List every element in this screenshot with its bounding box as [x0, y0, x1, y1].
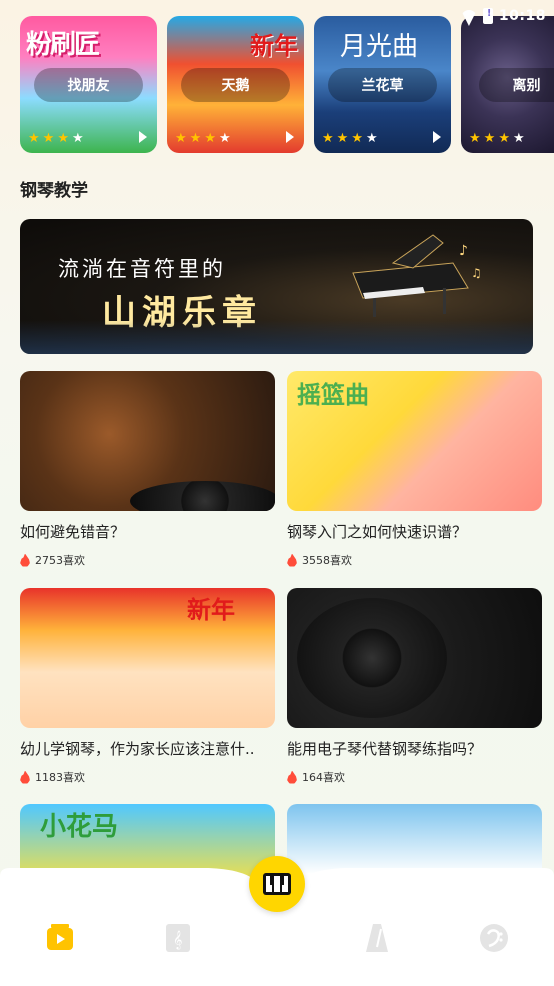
thumb-text: 新年 [187, 596, 235, 624]
record-icon [297, 598, 447, 718]
cover-text: 粉刷匠 [26, 30, 100, 60]
star-rating: ★ ★ ★ ★ [469, 132, 525, 145]
song-card[interactable]: 新年 天鹅 ★ ★ ★ ★ [167, 16, 304, 153]
wifi-icon [461, 10, 477, 22]
song-card[interactable]: 粉刷匠 找朋友 ★ ★ ★ ★ [20, 16, 157, 153]
lesson-thumbnail: 新年 [20, 588, 275, 728]
lesson-title: 幼儿学钢琴，作为家长应该注意什.. [20, 740, 255, 758]
star-icon: ★ [365, 131, 378, 146]
song-title: 找朋友 [34, 68, 143, 102]
status-time: 10:18 [498, 8, 546, 24]
song-title: 兰花草 [328, 68, 437, 102]
song-title: 天鹅 [181, 68, 290, 102]
thumb-text: 摇篮曲 [297, 381, 369, 409]
star-icon: ★ [351, 131, 363, 146]
star-icon: ★ [322, 131, 334, 146]
lesson-thumbnail: 摇篮曲 [287, 371, 542, 511]
video-icon [47, 924, 73, 950]
like-text: 3558喜欢 [302, 554, 352, 567]
flame-icon [20, 771, 30, 784]
like-count: 2753喜欢 [20, 552, 275, 568]
sheet-music-icon: 𝄞 [166, 924, 190, 952]
star-icon: ★ [71, 131, 84, 146]
star-rating: ★ ★ ★ ★ [175, 132, 231, 145]
star-icon: ★ [218, 131, 231, 146]
thumb-text: 小花马 [40, 812, 119, 842]
play-icon[interactable] [286, 131, 294, 143]
like-text: 2753喜欢 [35, 554, 85, 567]
play-icon[interactable] [139, 131, 147, 143]
bass-clef-icon [480, 924, 508, 952]
lesson-card[interactable]: 如何避免错音？ 2753喜欢 [20, 371, 275, 568]
star-icon: ★ [469, 131, 481, 146]
lesson-thumbnail [287, 588, 542, 728]
star-icon: ★ [336, 131, 349, 146]
star-icon: ★ [28, 131, 40, 146]
star-icon: ★ [189, 131, 202, 146]
like-count: 3558喜欢 [287, 552, 542, 568]
status-bar: 10:18 [461, 4, 546, 28]
lesson-title: 如何避免错音？ [20, 523, 126, 541]
lesson-card[interactable]: 摇篮曲 钢琴入门之如何快速识谱？ 3558喜欢 [287, 371, 542, 568]
song-title: 离别 [479, 68, 554, 102]
star-icon: ★ [204, 131, 216, 146]
song-card[interactable]: 月光曲 兰花草 ★ ★ ★ ★ [314, 16, 451, 153]
like-count: 1183喜欢 [20, 769, 275, 785]
lesson-title: 能用电子琴代替钢琴练指吗？ [287, 740, 483, 758]
flame-icon [287, 554, 297, 567]
piano-center-button[interactable] [249, 856, 305, 912]
song-carousel[interactable]: 粉刷匠 找朋友 ★ ★ ★ ★ 新年 天鹅 ★ ★ ★ ★ 月光曲 兰花草 ★ … [20, 16, 554, 154]
like-text: 1183喜欢 [35, 771, 85, 784]
tab-metronome[interactable] [357, 918, 397, 958]
star-icon: ★ [498, 131, 510, 146]
metronome-icon [366, 924, 388, 952]
song-card[interactable]: 离别 ★ ★ ★ ★ [461, 16, 554, 153]
banner-subtitle: 流淌在音符里的 [58, 257, 226, 281]
svg-text:♫: ♫ [471, 266, 482, 280]
like-text: 164喜欢 [302, 771, 345, 784]
flame-icon [287, 771, 297, 784]
star-icon: ★ [483, 131, 496, 146]
flame-icon [20, 554, 30, 567]
tab-sheet-music[interactable]: 𝄞 [158, 918, 198, 958]
tab-bass-clef[interactable] [474, 918, 514, 958]
svg-text:𝄞: 𝄞 [173, 930, 182, 950]
svg-text:♪: ♪ [459, 243, 468, 259]
star-icon: ★ [175, 131, 187, 146]
star-icon: ★ [42, 131, 55, 146]
battery-icon [482, 8, 493, 24]
water-reflection [20, 320, 533, 354]
like-count: 164喜欢 [287, 769, 542, 785]
promo-banner[interactable]: 流淌在音符里的 山湖乐章 ♪ ♫ [20, 219, 533, 354]
section-title: 钢琴教学 [20, 181, 88, 201]
star-rating: ★ ★ ★ ★ [28, 132, 84, 145]
cover-text: 月光曲 [340, 32, 419, 62]
star-icon: ★ [57, 131, 69, 146]
record-icon [130, 481, 275, 511]
tab-video[interactable] [40, 918, 80, 958]
play-icon[interactable] [433, 131, 441, 143]
lesson-title: 钢琴入门之如何快速识谱？ [287, 523, 468, 541]
bottom-nav: 𝄞 [0, 856, 554, 986]
grand-piano-illustration: ♪ ♫ [352, 234, 482, 317]
star-rating: ★ ★ ★ ★ [322, 132, 378, 145]
lesson-card[interactable]: 新年 幼儿学钢琴，作为家长应该注意什.. 1183喜欢 [20, 588, 275, 785]
lesson-card[interactable]: 能用电子琴代替钢琴练指吗？ 164喜欢 [287, 588, 542, 785]
piano-keys-icon [263, 873, 291, 895]
cover-text: 新年 [250, 32, 298, 60]
lesson-thumbnail [20, 371, 275, 511]
star-icon: ★ [512, 131, 525, 146]
